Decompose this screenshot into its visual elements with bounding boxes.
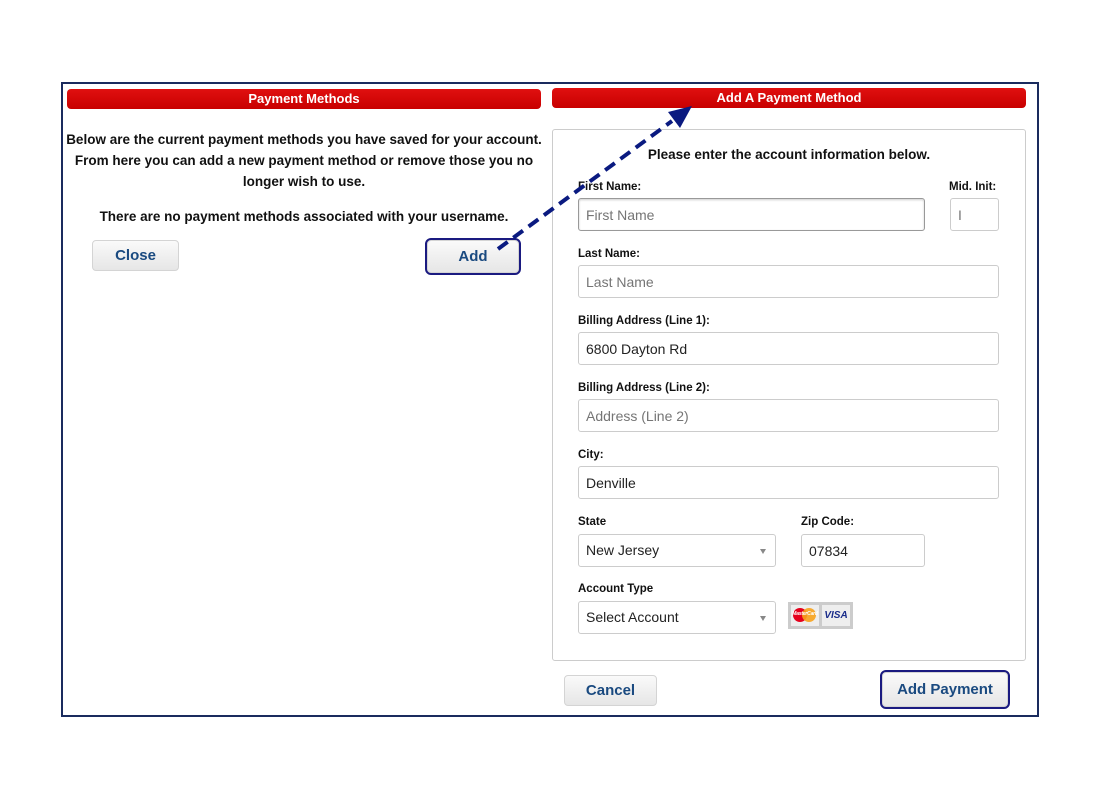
arrow-line xyxy=(496,119,674,251)
arrow-head-icon xyxy=(668,106,692,128)
annotation-arrow xyxy=(496,106,692,251)
